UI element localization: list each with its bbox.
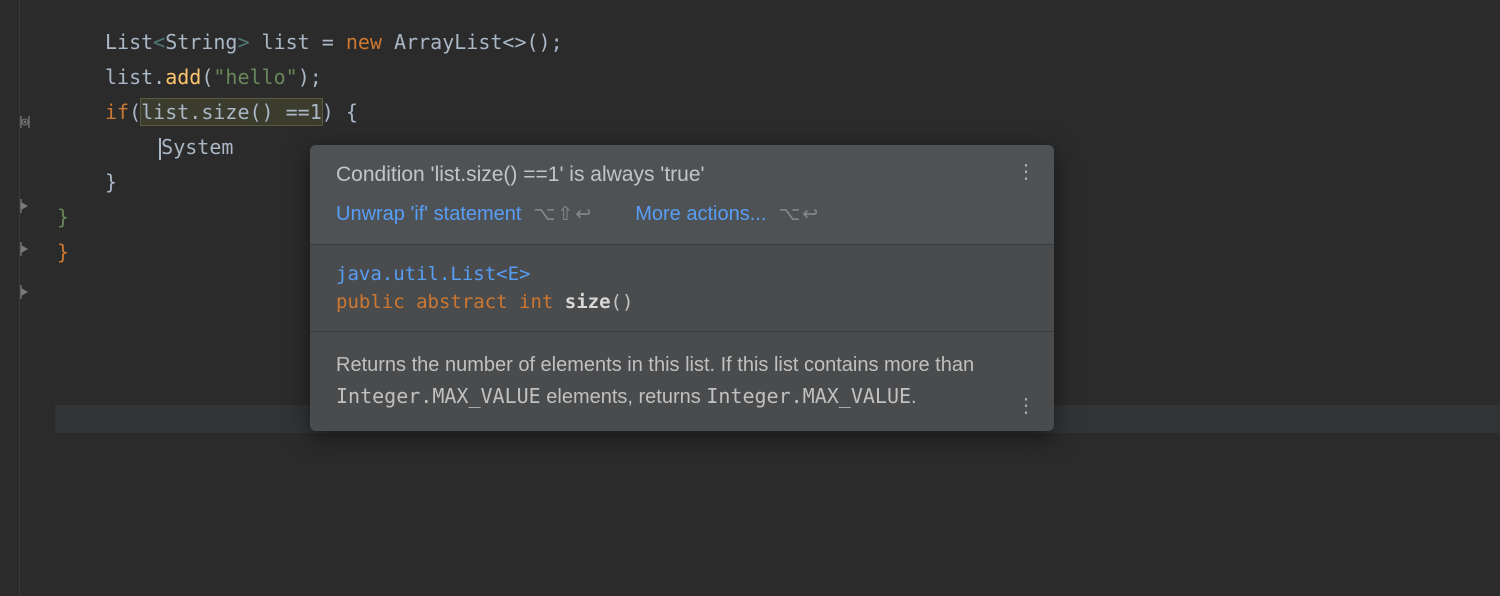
- error-marker: [69, 240, 93, 265]
- inspection-message: Condition 'list.size() ==1' is always 't…: [336, 163, 1028, 187]
- collapse-icon[interactable]: [16, 283, 34, 301]
- more-actions-link[interactable]: More actions...: [635, 203, 766, 226]
- collapse-icon[interactable]: [16, 240, 34, 258]
- code-line[interactable]: list.add("hello");: [105, 60, 1500, 95]
- collapse-icon[interactable]: [16, 197, 34, 215]
- doc-signature: public abstract int size(): [336, 291, 1028, 313]
- inspection-highlight: list.size() ==1: [141, 99, 322, 125]
- code-line[interactable]: List<String> list = new ArrayList<>();: [105, 25, 1500, 60]
- more-menu-icon[interactable]: ⋮: [1016, 165, 1036, 177]
- doc-class-link[interactable]: java.util.List<E>: [336, 263, 1028, 285]
- doc-signature-section: java.util.List<E> public abstract int si…: [310, 244, 1054, 331]
- more-menu-icon[interactable]: ⋮: [1016, 399, 1036, 411]
- inspection-section: ⋮ Condition 'list.size() ==1' is always …: [310, 145, 1054, 244]
- action-row: Unwrap 'if' statement ⌥⇧↩ More actions..…: [336, 203, 1028, 226]
- fold-icon[interactable]: [16, 113, 34, 131]
- doc-body-section: ⋮ Returns the number of elements in this…: [310, 331, 1054, 431]
- doc-description: Returns the number of elements in this l…: [336, 350, 1028, 413]
- code-line[interactable]: if(list.size() ==1) {: [105, 95, 1500, 130]
- gutter: [0, 0, 55, 596]
- quickfix-link[interactable]: Unwrap 'if' statement: [336, 203, 522, 226]
- inspection-popup: ⋮ Condition 'list.size() ==1' is always …: [310, 145, 1054, 431]
- shortcut-hint: ⌥↩: [778, 203, 820, 226]
- shortcut-hint: ⌥⇧↩: [534, 203, 594, 226]
